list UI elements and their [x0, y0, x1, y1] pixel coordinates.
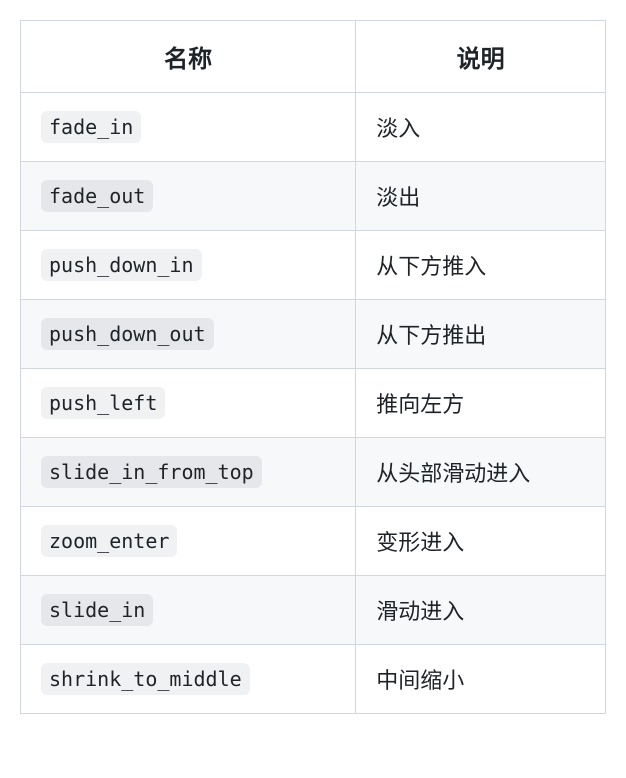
cell-description: 滑动进入	[356, 576, 606, 645]
table-row: zoom_enter 变形进入	[21, 507, 606, 576]
header-description: 说明	[356, 21, 606, 93]
animation-table: 名称 说明 fade_in 淡入 fade_out 淡出 push_down_i…	[20, 20, 606, 714]
cell-name: zoom_enter	[21, 507, 356, 576]
cell-description: 推向左方	[356, 369, 606, 438]
cell-description: 淡出	[356, 162, 606, 231]
code-name: push_down_in	[41, 249, 202, 281]
table-row: push_down_out 从下方推出	[21, 300, 606, 369]
table-row: shrink_to_middle 中间缩小	[21, 645, 606, 714]
table-row: slide_in 滑动进入	[21, 576, 606, 645]
header-name: 名称	[21, 21, 356, 93]
code-name: slide_in	[41, 594, 153, 626]
cell-description: 变形进入	[356, 507, 606, 576]
cell-description: 淡入	[356, 93, 606, 162]
code-name: shrink_to_middle	[41, 663, 250, 695]
table-row: fade_in 淡入	[21, 93, 606, 162]
code-name: slide_in_from_top	[41, 456, 262, 488]
table-row: slide_in_from_top 从头部滑动进入	[21, 438, 606, 507]
cell-name: fade_out	[21, 162, 356, 231]
cell-name: push_down_out	[21, 300, 356, 369]
cell-name: fade_in	[21, 93, 356, 162]
cell-name: slide_in	[21, 576, 356, 645]
table-body: fade_in 淡入 fade_out 淡出 push_down_in 从下方推…	[21, 93, 606, 714]
code-name: zoom_enter	[41, 525, 177, 557]
code-name: fade_out	[41, 180, 153, 212]
code-name: push_down_out	[41, 318, 214, 350]
table-row: push_left 推向左方	[21, 369, 606, 438]
cell-name: shrink_to_middle	[21, 645, 356, 714]
cell-description: 从下方推入	[356, 231, 606, 300]
table-row: fade_out 淡出	[21, 162, 606, 231]
cell-name: push_down_in	[21, 231, 356, 300]
cell-name: push_left	[21, 369, 356, 438]
cell-name: slide_in_from_top	[21, 438, 356, 507]
cell-description: 从下方推出	[356, 300, 606, 369]
cell-description: 中间缩小	[356, 645, 606, 714]
code-name: fade_in	[41, 111, 141, 143]
code-name: push_left	[41, 387, 165, 419]
table-row: push_down_in 从下方推入	[21, 231, 606, 300]
cell-description: 从头部滑动进入	[356, 438, 606, 507]
